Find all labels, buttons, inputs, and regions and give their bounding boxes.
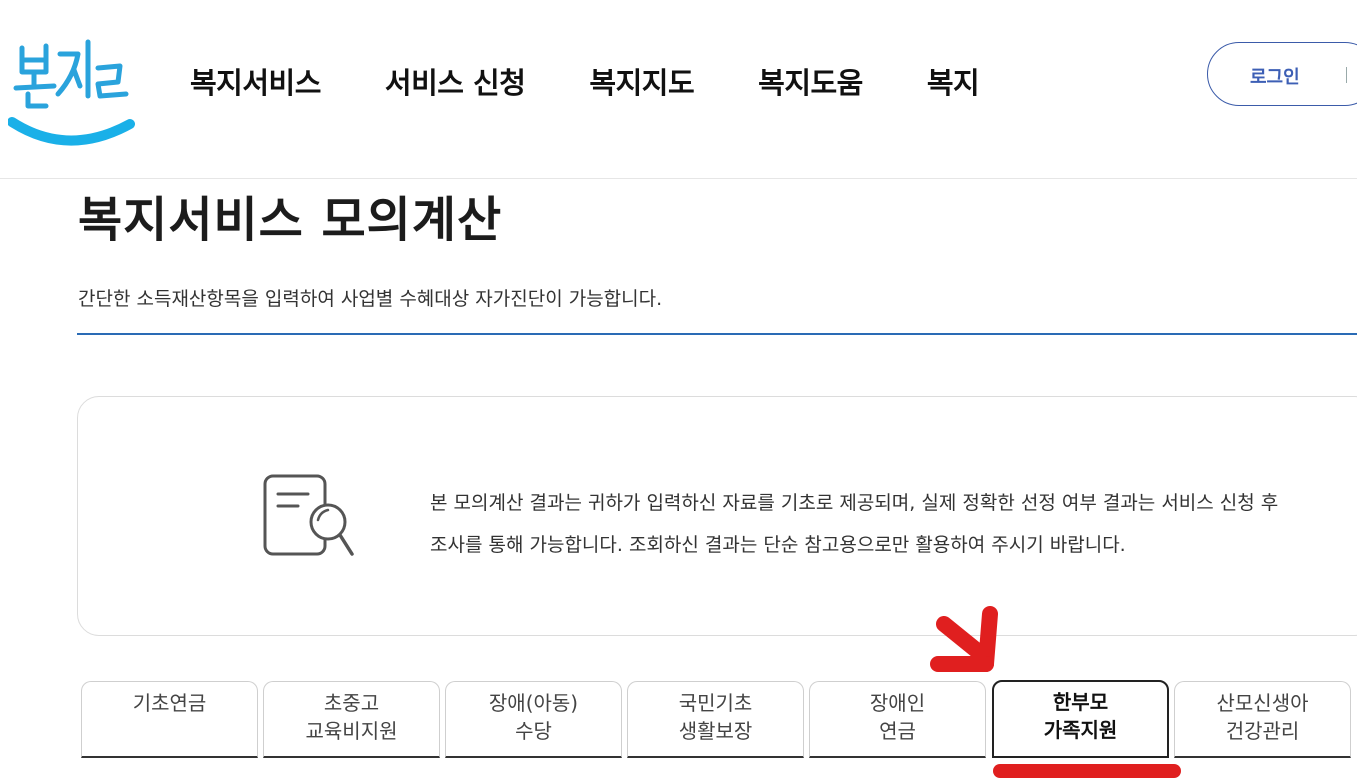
login-label: 로그인 bbox=[1250, 67, 1300, 88]
tab-label-line2: 건강관리 bbox=[1225, 719, 1300, 743]
page-title: 복지서비스 모의계산 bbox=[78, 192, 503, 248]
tab-label-line1: 초중고 bbox=[323, 691, 380, 715]
nav-service-application[interactable]: 서비스 신청 bbox=[385, 60, 526, 102]
tab-label-line1: 국민기초 bbox=[678, 691, 753, 715]
login-button[interactable]: 로그인 bbox=[1207, 42, 1357, 106]
title-divider bbox=[77, 333, 1357, 335]
notice-line-1: 본 모의계산 결과는 귀하가 입력하신 자료를 기초로 제공되며, 실제 정확한… bbox=[430, 492, 1279, 514]
nav-welfare-help[interactable]: 복지도움 bbox=[758, 60, 863, 102]
document-search-icon bbox=[262, 472, 358, 562]
site-logo[interactable] bbox=[7, 36, 138, 154]
tab-label-line2: 생활보장 bbox=[678, 719, 753, 743]
notice-text: 본 모의계산 결과는 귀하가 입력하신 자료를 기초로 제공되며, 실제 정확한… bbox=[430, 482, 1357, 562]
tab-basic-pension[interactable]: 기초연금 bbox=[81, 681, 258, 758]
login-divider bbox=[1346, 67, 1347, 83]
tab-basic-livelihood[interactable]: 국민기초 생활보장 bbox=[627, 681, 804, 758]
tab-label-line1: 기초연금 bbox=[132, 691, 207, 715]
tab-label-line2: 수당 bbox=[515, 719, 552, 743]
tab-single-parent-support[interactable]: 한부모 가족지원 bbox=[992, 680, 1169, 758]
site-header: 복지서비스 서비스 신청 복지지도 복지도움 복지 로그인 bbox=[0, 0, 1357, 179]
tab-label-line2: 가족지원 bbox=[1043, 718, 1118, 742]
nav-welfare-more[interactable]: 복지 bbox=[927, 60, 980, 102]
tab-maternal-newborn-care[interactable]: 산모신생아 건강관리 bbox=[1174, 681, 1351, 758]
notice-line-2: 조사를 통해 가능합니다. 조회하신 결과는 단순 참고용으로만 활용하여 주시… bbox=[430, 534, 1126, 556]
nav-welfare-map[interactable]: 복지지도 bbox=[589, 60, 694, 102]
page-description: 간단한 소득재산항목을 입력하여 사업별 수혜대상 자가진단이 가능합니다. bbox=[78, 288, 663, 310]
nav-welfare-service[interactable]: 복지서비스 bbox=[190, 60, 321, 102]
main-navigation: 복지서비스 서비스 신청 복지지도 복지도움 복지 bbox=[190, 60, 1014, 104]
tab-disability-pension[interactable]: 장애인 연금 bbox=[809, 681, 986, 758]
tab-label-line1: 산모신생아 bbox=[1216, 691, 1309, 715]
tab-label-line1: 장애인 bbox=[869, 691, 926, 715]
tab-label-line1: 한부모 bbox=[1052, 690, 1109, 714]
tab-label-line2: 교육비지원 bbox=[305, 719, 398, 743]
tab-label-line1: 장애(아동) bbox=[488, 691, 579, 715]
tab-label-line2: 연금 bbox=[879, 719, 916, 743]
tab-disabled-child-allowance[interactable]: 장애(아동) 수당 bbox=[445, 681, 622, 758]
tab-school-expense[interactable]: 초중고 교육비지원 bbox=[263, 681, 440, 758]
